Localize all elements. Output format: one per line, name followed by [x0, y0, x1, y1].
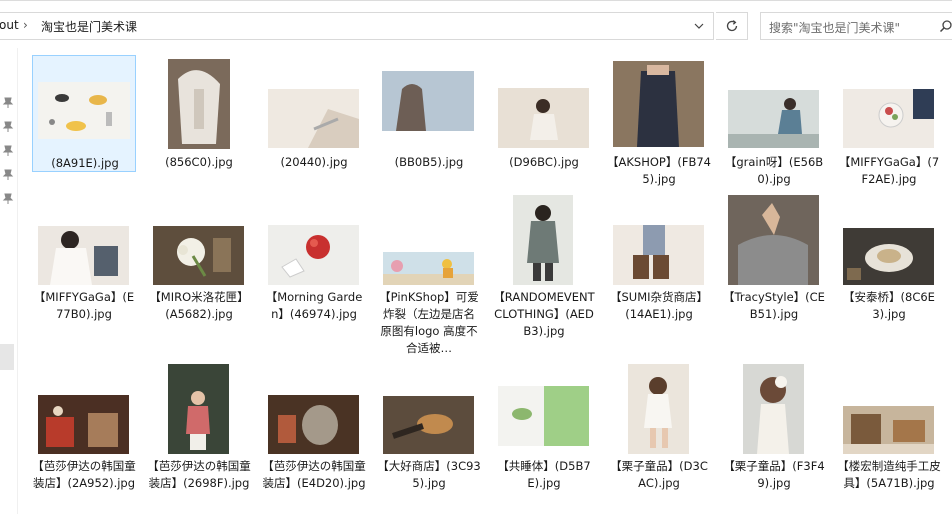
- search-icon[interactable]: [939, 18, 952, 37]
- address-toolbar: out › 淘宝也是门美术课 搜索"淘宝也是门美术课": [0, 0, 952, 48]
- file-name: 【Morning Garden】(46974).jpg: [265, 290, 363, 321]
- file-item[interactable]: 【TracyStyle】(CEB51).jpg: [722, 193, 826, 327]
- image-thumbnail: [728, 195, 819, 285]
- file-name: 【芭莎伊达の韩国童装店】(2A952).jpg: [32, 459, 136, 490]
- file-item[interactable]: (D96BC).jpg: [492, 55, 596, 172]
- image-thumbnail: [268, 225, 359, 285]
- navigation-selected-item[interactable]: [0, 344, 14, 370]
- file-name: (D96BC).jpg: [509, 155, 579, 169]
- file-name: 【TracyStyle】(CEB51).jpg: [723, 290, 825, 321]
- file-item[interactable]: (20440).jpg: [262, 55, 366, 172]
- file-name: (20440).jpg: [280, 155, 348, 169]
- image-thumbnail: [843, 89, 934, 148]
- file-item[interactable]: 【大好商店】(3C935).jpg: [377, 360, 481, 514]
- file-item[interactable]: (8A91E).jpg: [32, 55, 136, 172]
- file-name: 【共睡体】(D5B7E).jpg: [497, 459, 591, 490]
- image-thumbnail: [843, 406, 934, 454]
- file-name: (856C0).jpg: [165, 155, 233, 169]
- image-thumbnail: [613, 225, 704, 285]
- file-item[interactable]: 【MIRO米洛花匣】(A5682).jpg: [147, 193, 251, 327]
- file-name: 【大好商店】(3C935).jpg: [377, 459, 481, 490]
- breadcrumb-current-folder[interactable]: 淘宝也是门美术课: [41, 18, 137, 35]
- file-item[interactable]: 【Morning Garden】(46974).jpg: [262, 193, 366, 327]
- file-item[interactable]: 【PinKShop】可爱炸裂（左边是店名 原图有logo 高度不合适被…: [377, 193, 481, 361]
- file-name: 【MIFFYGaGa】(7F2AE).jpg: [838, 155, 940, 186]
- file-item[interactable]: 【栗子童品】(D3CAC).jpg: [607, 360, 711, 514]
- image-thumbnail: [383, 396, 474, 454]
- toolbar-divider: [0, 0, 952, 1]
- pin-icon[interactable]: [2, 96, 14, 108]
- file-item[interactable]: (856C0).jpg: [147, 55, 251, 172]
- file-name: 【芭莎伊达の韩国童装店】(2698F).jpg: [147, 459, 251, 490]
- image-thumbnail: [38, 395, 129, 454]
- refresh-button[interactable]: [716, 12, 748, 40]
- file-name: 【PinKShop】可爱炸裂（左边是店名 原图有logo 高度不合适被…: [379, 290, 479, 355]
- image-thumbnail: [513, 195, 573, 285]
- file-item[interactable]: 【芭莎伊达の韩国童装店】(2698F).jpg: [147, 360, 251, 514]
- image-thumbnail: [38, 82, 130, 139]
- file-name: 【SUMI杂货商店】(14AE1).jpg: [609, 290, 709, 321]
- image-thumbnail: [268, 89, 359, 148]
- pin-icon[interactable]: [2, 144, 14, 156]
- breadcrumb-parent[interactable]: out: [0, 18, 19, 32]
- image-thumbnail: [728, 90, 819, 148]
- file-name: 【栗子童品】(F3F49).jpg: [723, 459, 825, 490]
- file-item[interactable]: 【RANDOMEVENT CLOTHING】(AEDB3).jpg: [492, 193, 596, 361]
- image-thumbnail: [628, 364, 689, 454]
- file-name: 【芭莎伊达の韩国童装店】(E4D20).jpg: [262, 459, 366, 490]
- chevron-down-icon: [694, 23, 704, 29]
- navigation-pane: [0, 48, 18, 514]
- search-box[interactable]: 搜索"淘宝也是门美术课": [760, 12, 952, 40]
- breadcrumb-separator-icon[interactable]: ›: [23, 18, 28, 32]
- file-name: 【楼宏制造纯手工皮具】(5A71B).jpg: [837, 459, 941, 490]
- pin-icon[interactable]: [2, 192, 14, 204]
- image-thumbnail: [498, 88, 589, 148]
- file-name: 【栗子童品】(D3CAC).jpg: [610, 459, 708, 490]
- file-item[interactable]: 【楼宏制造纯手工皮具】(5A71B).jpg: [837, 360, 941, 514]
- image-thumbnail: [38, 226, 129, 285]
- image-thumbnail: [743, 364, 804, 454]
- file-name: (8A91E).jpg: [51, 156, 119, 170]
- file-name: 【AKSHOP】(FB745).jpg: [607, 155, 711, 186]
- image-thumbnail: [168, 59, 230, 149]
- image-thumbnail: [268, 395, 359, 454]
- image-thumbnail: [168, 364, 229, 454]
- file-name: (BB0B5).jpg: [394, 155, 464, 169]
- file-name: 【MIRO米洛花匣】(A5682).jpg: [149, 290, 249, 321]
- file-item[interactable]: 【芭莎伊达の韩国童装店】(E4D20).jpg: [262, 360, 366, 514]
- search-input[interactable]: 搜索"淘宝也是门美术课": [769, 19, 900, 36]
- pin-icon[interactable]: [2, 120, 14, 132]
- file-name: 【安泰桥】(8C6E3).jpg: [843, 290, 935, 321]
- image-thumbnail: [498, 386, 589, 454]
- refresh-icon: [726, 20, 737, 32]
- address-bar[interactable]: out › 淘宝也是门美术课: [0, 12, 714, 40]
- file-item[interactable]: (BB0B5).jpg: [377, 55, 481, 172]
- image-thumbnail: [153, 226, 244, 285]
- file-item[interactable]: 【栗子童品】(F3F49).jpg: [722, 360, 826, 514]
- image-thumbnail: [843, 228, 934, 285]
- file-name: 【RANDOMEVENT CLOTHING】(AEDB3).jpg: [493, 290, 595, 338]
- image-thumbnail: [613, 61, 704, 147]
- file-item[interactable]: 【芭莎伊达の韩国童装店】(2A952).jpg: [32, 360, 136, 514]
- image-thumbnail: [383, 252, 474, 285]
- file-item[interactable]: 【grain呀】(E56B0).jpg: [722, 55, 826, 189]
- pane-divider[interactable]: [17, 48, 18, 514]
- address-history-button[interactable]: [685, 13, 713, 39]
- file-item[interactable]: 【SUMI杂货商店】(14AE1).jpg: [607, 193, 711, 327]
- pin-icon[interactable]: [2, 168, 14, 180]
- file-name: 【grain呀】(E56B0).jpg: [724, 155, 824, 186]
- file-item[interactable]: 【安泰桥】(8C6E3).jpg: [837, 193, 941, 327]
- file-item[interactable]: 【共睡体】(D5B7E).jpg: [492, 360, 596, 514]
- file-item[interactable]: 【AKSHOP】(FB745).jpg: [607, 55, 711, 189]
- file-name: 【MIFFYGaGa】(E77B0).jpg: [33, 290, 135, 321]
- file-item[interactable]: 【MIFFYGaGa】(E77B0).jpg: [32, 193, 136, 327]
- file-item[interactable]: 【MIFFYGaGa】(7F2AE).jpg: [837, 55, 941, 189]
- image-thumbnail: [382, 59, 474, 149]
